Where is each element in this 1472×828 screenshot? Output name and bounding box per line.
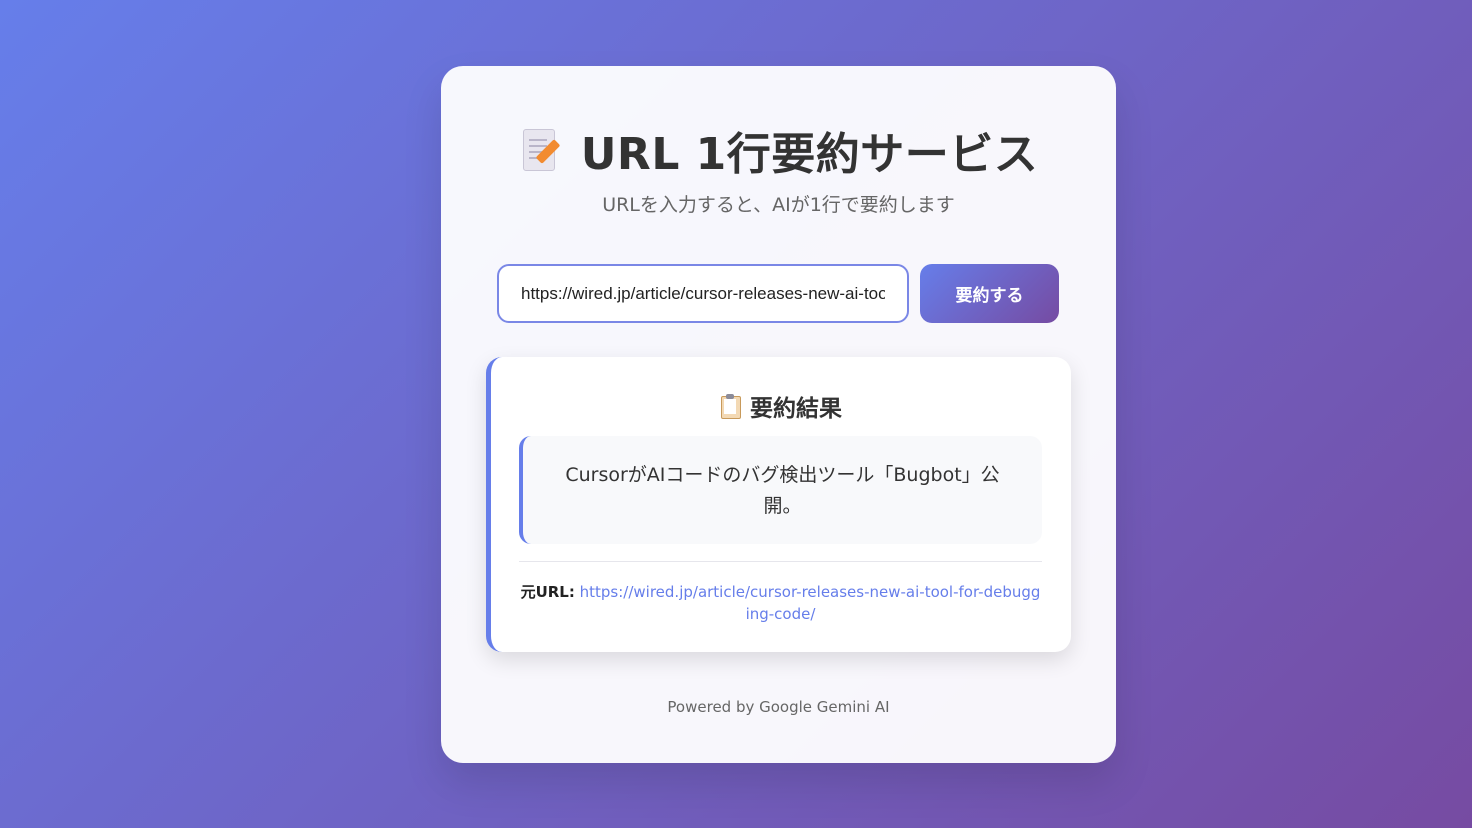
source-url-link[interactable]: https://wired.jp/article/cursor-releases…: [580, 583, 1041, 623]
page-title: URL 1行要約サービス: [580, 129, 1039, 180]
page-subtitle: URLを入力すると、AIが1行で要約します: [602, 194, 955, 216]
summary-text: CursorがAIコードのバグ検出ツール「Bugbot」公開。: [519, 436, 1042, 544]
memo-icon: [519, 127, 563, 173]
result-card: 要約結果 CursorがAIコードのバグ検出ツール「Bugbot」公開。 元UR…: [486, 357, 1071, 652]
divider: [519, 561, 1042, 562]
source-url-line: 元URL: https://wired.jp/article/cursor-re…: [519, 581, 1042, 625]
summarize-button[interactable]: 要約する: [920, 264, 1059, 323]
summarize-form: 要約する: [497, 264, 1059, 323]
url-input[interactable]: [497, 264, 909, 323]
source-url-label: 元URL:: [520, 583, 575, 601]
footer-credit: Powered by Google Gemini AI: [667, 698, 890, 716]
result-title: 要約結果: [750, 396, 842, 422]
result-heading: 要約結果: [491, 389, 1071, 423]
clipboard-icon: [720, 394, 741, 419]
header: URL 1行要約サービス: [441, 118, 1116, 182]
main-card: URL 1行要約サービス URLを入力すると、AIが1行で要約します 要約する …: [441, 66, 1116, 763]
